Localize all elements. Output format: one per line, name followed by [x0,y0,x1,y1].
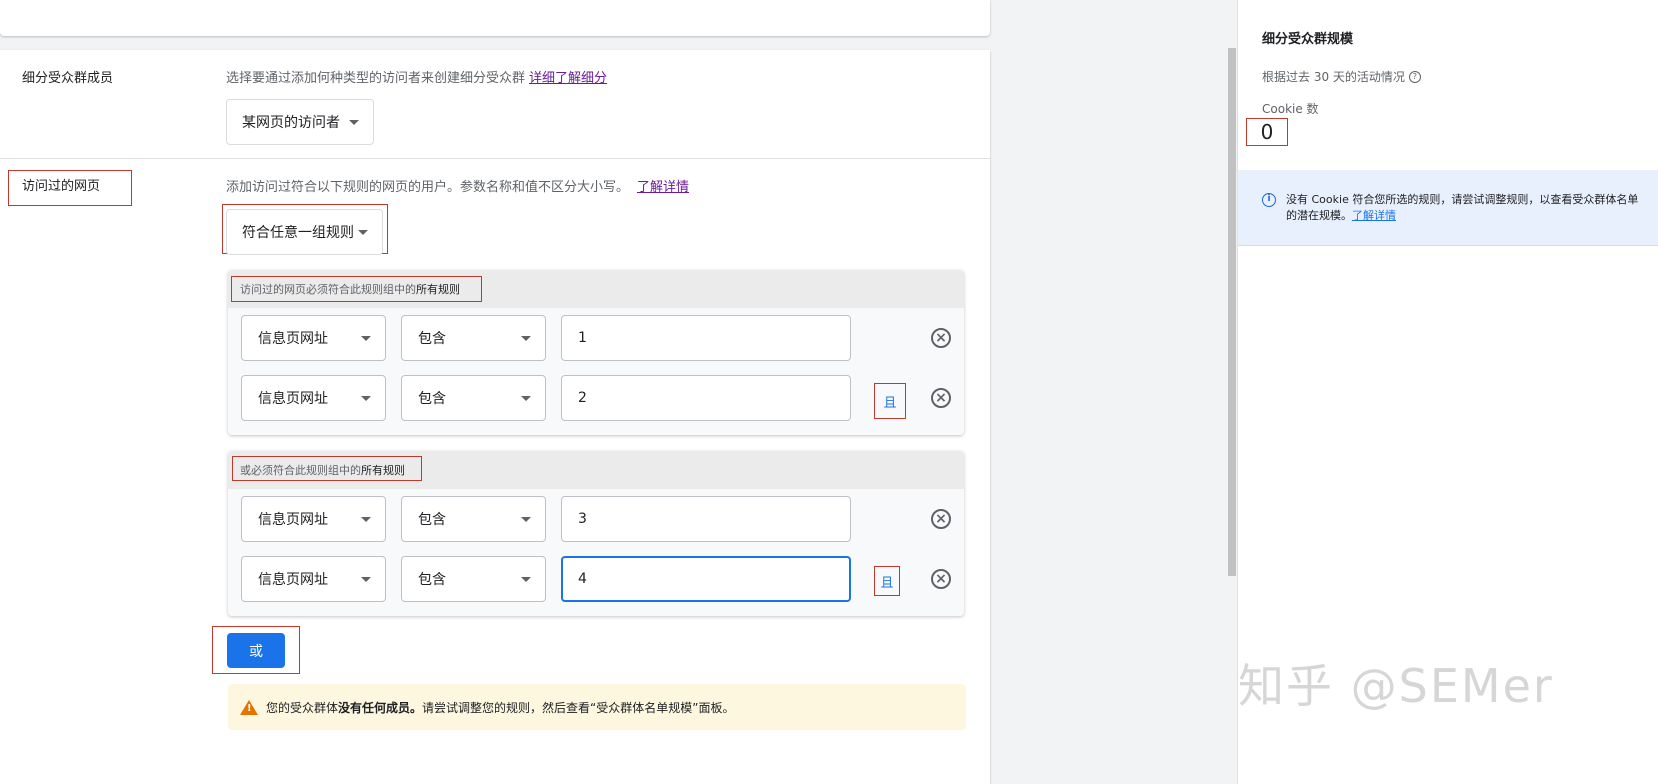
rule-value-input[interactable]: 2 [561,375,851,421]
top-card [0,0,990,36]
segment-members-desc-text: 选择要通过添加何种类型的访问者来创建细分受众群 [226,71,526,86]
rule-field-dropdown[interactable]: 信息页网址 [241,375,386,421]
warning-prefix: 您的受众群体 [266,700,339,715]
panel-subtitle-text: 根据过去 30 天的活动情况 [1262,70,1405,84]
highlight-box [231,276,482,302]
warning-suffix: 请尝试调整您的规则，然后查看“受众群体名单规模”面板。 [422,700,735,715]
match-type-value: 符合任意一组规则 [242,225,354,241]
remove-rule-icon[interactable]: × [931,328,951,348]
rule-field-value: 信息页网址 [258,391,328,407]
watermark: 知乎 @SEMer [1238,659,1554,713]
chevron-down-icon [521,396,531,401]
chevron-down-icon [358,230,368,235]
info-learn-more-link[interactable]: 了解详情 [1352,209,1396,222]
chevron-down-icon [349,120,359,125]
panel-subtitle: 根据过去 30 天的活动情况? [1262,68,1421,85]
chevron-down-icon [521,336,531,341]
segment-members-desc: 选择要通过添加何种类型的访问者来创建细分受众群 详细了解细分 [226,67,607,86]
rule-operator-dropdown[interactable]: 包含 [401,315,546,361]
and-rule-link[interactable]: 且 [874,566,900,596]
info-icon: i [1262,193,1276,207]
chevron-down-icon [361,336,371,341]
rule-operator-dropdown[interactable]: 包含 [401,496,546,542]
remove-rule-icon[interactable]: × [931,569,951,589]
rule-field-dropdown[interactable]: 信息页网址 [241,315,386,361]
chevron-down-icon [361,396,371,401]
rule-value-input[interactable]: 4 [561,556,851,602]
visited-pages-desc-text: 添加访问过符合以下规则的网页的用户。参数名称和值不区分大小写。 [226,180,630,195]
visitor-type-dropdown[interactable]: 某网页的访问者 [226,99,374,145]
visited-pages-label: 访问过的网页 [22,179,101,194]
remove-rule-icon[interactable]: × [931,509,951,529]
section-divider [0,158,990,159]
rule-operator-value: 包含 [418,331,446,347]
visitor-type-value: 某网页的访问者 [242,115,340,131]
rule-field-value: 信息页网址 [258,331,328,347]
chevron-down-icon [361,517,371,522]
learn-segments-link[interactable]: 详细了解细分 [529,71,607,86]
rule-value-input[interactable]: 3 [561,496,851,542]
highlight-box [232,456,422,481]
warning-banner: ! 您的受众群体 没有任何成员。 请尝试调整您的规则，然后查看“受众群体名单规模”面… [228,684,966,730]
segment-members-label: 细分受众群成员 [22,71,114,86]
remove-rule-icon[interactable]: × [931,388,951,408]
cookie-count: 0 [1246,118,1288,146]
or-button[interactable]: 或 [227,633,285,668]
warning-bold: 没有任何成员。 [338,700,423,715]
info-message: i 没有 Cookie 符合您所选的规则，请尝试调整规则，以查看受众群体名单的潜… [1238,170,1658,246]
help-icon[interactable]: ? [1408,70,1421,83]
visited-pages-desc: 添加访问过符合以下规则的网页的用户。参数名称和值不区分大小写。 了解详情 [226,176,689,195]
rule-operator-dropdown[interactable]: 包含 [401,556,546,602]
rule-field-dropdown[interactable]: 信息页网址 [241,556,386,602]
learn-more-link[interactable]: 了解详情 [637,180,689,195]
and-rule-link[interactable]: 且 [874,383,906,419]
rule-field-value: 信息页网址 [258,572,328,588]
info-text: 没有 Cookie 符合您所选的规则，请尝试调整规则，以查看受众群体名单的潜在规… [1286,193,1639,222]
rule-field-dropdown[interactable]: 信息页网址 [241,496,386,542]
cookie-label: Cookie 数 [1262,102,1319,116]
scrollbar-thumb[interactable] [1228,48,1236,576]
warning-icon: ! [240,699,258,715]
match-type-dropdown[interactable]: 符合任意一组规则 [226,209,383,255]
chevron-down-icon [521,517,531,522]
chevron-down-icon [521,577,531,582]
rule-operator-dropdown[interactable]: 包含 [401,375,546,421]
rule-operator-value: 包含 [418,391,446,407]
rule-operator-value: 包含 [418,572,446,588]
rule-operator-value: 包含 [418,512,446,528]
rule-field-value: 信息页网址 [258,512,328,528]
panel-title: 细分受众群规模 [1262,32,1354,47]
chevron-down-icon [361,577,371,582]
rule-value-input[interactable]: 1 [561,315,851,361]
